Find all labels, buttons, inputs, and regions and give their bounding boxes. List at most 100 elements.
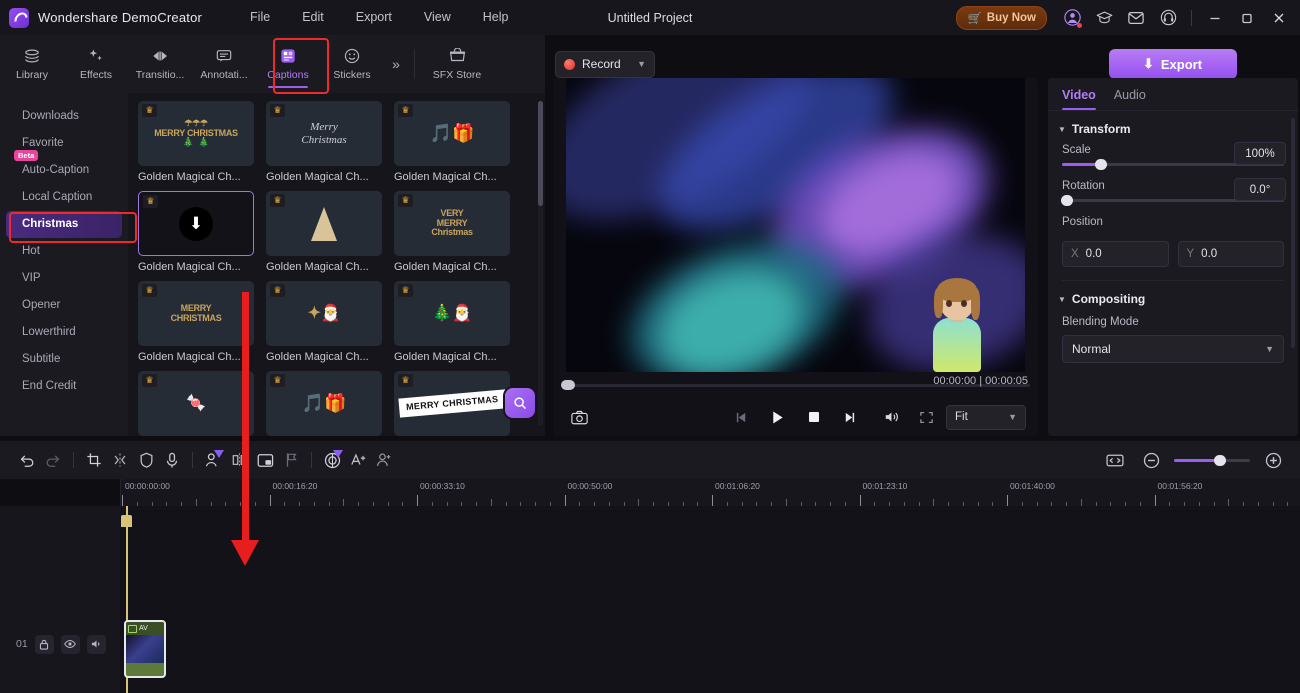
chevron-down-icon[interactable]: ▼ bbox=[637, 59, 646, 69]
volume-icon[interactable] bbox=[878, 405, 906, 429]
search-icon[interactable] bbox=[505, 388, 535, 418]
zoom-in-icon[interactable] bbox=[1260, 447, 1286, 473]
asset-cell[interactable]: ♛ VERY MERRY Christmas Golden Magical Ch..… bbox=[394, 191, 510, 273]
dropdown-triangle-icon[interactable] bbox=[214, 450, 224, 458]
sidebar-item-end-credit[interactable]: End Credit bbox=[6, 373, 122, 400]
microphone-icon[interactable] bbox=[159, 447, 185, 473]
tab-video[interactable]: Video bbox=[1062, 88, 1096, 110]
chevron-double-right-icon[interactable]: » bbox=[384, 56, 408, 72]
speaker-icon[interactable] bbox=[86, 634, 106, 654]
lock-icon[interactable] bbox=[34, 634, 54, 654]
ruler-label: 00:00:50:00 bbox=[567, 481, 613, 491]
sidebar-item-subtitle[interactable]: Subtitle bbox=[6, 346, 122, 373]
zoom-out-icon[interactable] bbox=[1138, 447, 1164, 473]
auto-highlight-icon[interactable] bbox=[345, 447, 371, 473]
position-y-field[interactable]: Y 0.0 bbox=[1177, 241, 1284, 267]
y-axis-label: Y bbox=[1186, 248, 1195, 260]
sidebar-item-local-caption[interactable]: Local Caption bbox=[6, 184, 122, 211]
grid-scrollbar-thumb[interactable] bbox=[538, 101, 543, 206]
asset-cell[interactable]: ♛ 🍬 Golden Magical Ch... bbox=[138, 371, 254, 436]
sidebar-item-lowerthird[interactable]: Lowerthird bbox=[6, 319, 122, 346]
menu-item-export[interactable]: Export bbox=[340, 0, 408, 35]
ruler-tick bbox=[1007, 495, 1008, 506]
menu-item-help[interactable]: Help bbox=[467, 0, 525, 35]
fit-timeline-icon[interactable] bbox=[1102, 447, 1128, 473]
dropdown-triangle-icon[interactable] bbox=[333, 450, 343, 458]
close-icon[interactable] bbox=[1264, 3, 1294, 33]
asset-cell[interactable]: ♛ 🎵🎁 Golden Magical Ch... bbox=[266, 371, 382, 436]
sidebar-item-vip[interactable]: VIP bbox=[6, 265, 122, 292]
rotation-value[interactable]: 0.0° bbox=[1234, 178, 1286, 201]
download-icon[interactable]: ⬇ bbox=[179, 206, 213, 241]
tab-library[interactable]: Library bbox=[0, 38, 64, 90]
zoom-slider[interactable] bbox=[1174, 454, 1250, 466]
split-icon[interactable] bbox=[107, 447, 133, 473]
timeline-tracks-area[interactable] bbox=[0, 506, 1300, 693]
play-icon[interactable] bbox=[764, 405, 792, 429]
asset-cell[interactable]: ♛ MERRY CHRISTMAS Golden Magical Ch... bbox=[138, 281, 254, 363]
asset-cell[interactable]: ♛ Merry Christmas Golden Magical Ch... bbox=[266, 101, 382, 183]
blending-mode-select[interactable]: Normal ▼ bbox=[1062, 335, 1284, 363]
asset-cell[interactable]: ♛ ☂☂☂ MERRY CHRISTMAS 🎄 🎄 Golden Magical C… bbox=[138, 101, 254, 183]
sidebar-item-christmas[interactable]: Christmas bbox=[6, 211, 122, 238]
asset-cell[interactable]: ♛ MERRY CHRISTMAS bbox=[394, 371, 510, 436]
timeline-clip[interactable]: AV bbox=[124, 620, 166, 678]
stop-icon[interactable] bbox=[800, 405, 828, 429]
crop-icon[interactable] bbox=[81, 447, 107, 473]
mail-icon[interactable] bbox=[1121, 3, 1151, 33]
tab-audio[interactable]: Audio bbox=[1114, 88, 1146, 110]
account-avatar-icon[interactable] bbox=[1057, 3, 1087, 33]
sidebar-item-opener[interactable]: Opener bbox=[6, 292, 122, 319]
transform-section-header[interactable]: ▼ Transform bbox=[1048, 111, 1298, 140]
asset-thumbnail: ♛ Merry Christmas bbox=[266, 101, 382, 166]
undo-icon[interactable] bbox=[14, 447, 40, 473]
tab-effects[interactable]: Effects bbox=[64, 38, 128, 90]
preview-canvas[interactable] bbox=[566, 78, 1025, 372]
timeline-ruler[interactable]: 00:00:00:00 00:00:16:20 00:00:33:10 00:00:5… bbox=[120, 479, 1300, 506]
graduation-cap-icon[interactable] bbox=[1089, 3, 1119, 33]
fullscreen-icon[interactable] bbox=[912, 405, 940, 429]
shield-icon[interactable] bbox=[133, 447, 159, 473]
asset-cell[interactable]: ♛ 🎄🎅 Golden Magical Ch... bbox=[394, 281, 510, 363]
asset-cell[interactable]: ♛ 🎵🎁 Golden Magical Ch... bbox=[394, 101, 510, 183]
export-button[interactable]: ⬇ Export bbox=[1108, 49, 1237, 79]
menu-item-edit[interactable]: Edit bbox=[286, 0, 340, 35]
asset-label: Golden Magical Ch... bbox=[138, 351, 241, 363]
maximize-icon[interactable] bbox=[1232, 3, 1262, 33]
prev-frame-icon[interactable] bbox=[728, 405, 756, 429]
sidebar-label: Local Caption bbox=[22, 191, 93, 203]
tab-stickers[interactable]: Stickers bbox=[320, 38, 384, 90]
redo-icon[interactable] bbox=[40, 447, 66, 473]
preview-zoom-select[interactable]: Fit ▼ bbox=[946, 404, 1026, 430]
record-button[interactable]: Record ▼ bbox=[555, 50, 655, 78]
color-match-icon[interactable] bbox=[319, 447, 345, 473]
picture-in-picture-icon[interactable] bbox=[252, 447, 278, 473]
ruler-tick bbox=[122, 495, 123, 506]
sidebar-item-downloads[interactable]: Downloads bbox=[6, 103, 122, 130]
asset-cell[interactable]: ♛ ✦🎅 Golden Magical Ch... bbox=[266, 281, 382, 363]
menu-item-view[interactable]: View bbox=[408, 0, 467, 35]
tab-captions[interactable]: Captions bbox=[256, 38, 320, 90]
marker-icon[interactable] bbox=[278, 447, 304, 473]
menu-item-file[interactable]: File bbox=[234, 0, 286, 35]
tab-sfx-store[interactable]: SFX Store bbox=[421, 38, 493, 90]
headset-icon[interactable] bbox=[1153, 3, 1183, 33]
sidebar-item-auto-caption[interactable]: Beta Auto-Caption bbox=[6, 150, 122, 184]
position-x-field[interactable]: X 0.0 bbox=[1062, 241, 1169, 267]
asset-cell-selected[interactable]: ♛ ⬇ Golden Magical Ch... bbox=[138, 191, 254, 273]
next-frame-icon[interactable] bbox=[836, 405, 864, 429]
asset-cell[interactable]: ♛ Golden Magical Ch... bbox=[266, 191, 382, 273]
preview-scrubber-knob[interactable] bbox=[561, 380, 575, 390]
compositing-section-header[interactable]: ▼ Compositing bbox=[1048, 281, 1298, 310]
scale-value[interactable]: 100% bbox=[1234, 142, 1286, 165]
avatar-tool-icon[interactable] bbox=[371, 447, 397, 473]
remove-background-icon[interactable] bbox=[200, 447, 226, 473]
minimize-icon[interactable] bbox=[1200, 3, 1230, 33]
tab-transitions[interactable]: Transitio... bbox=[128, 38, 192, 90]
eye-icon[interactable] bbox=[60, 634, 80, 654]
buy-now-button[interactable]: 🛒 Buy Now bbox=[956, 5, 1047, 30]
sidebar-item-hot[interactable]: Hot bbox=[6, 238, 122, 265]
properties-scrollbar[interactable] bbox=[1291, 118, 1295, 348]
asset-label: Golden Magical Ch... bbox=[266, 261, 369, 273]
tab-annotations[interactable]: Annotati... bbox=[192, 38, 256, 90]
